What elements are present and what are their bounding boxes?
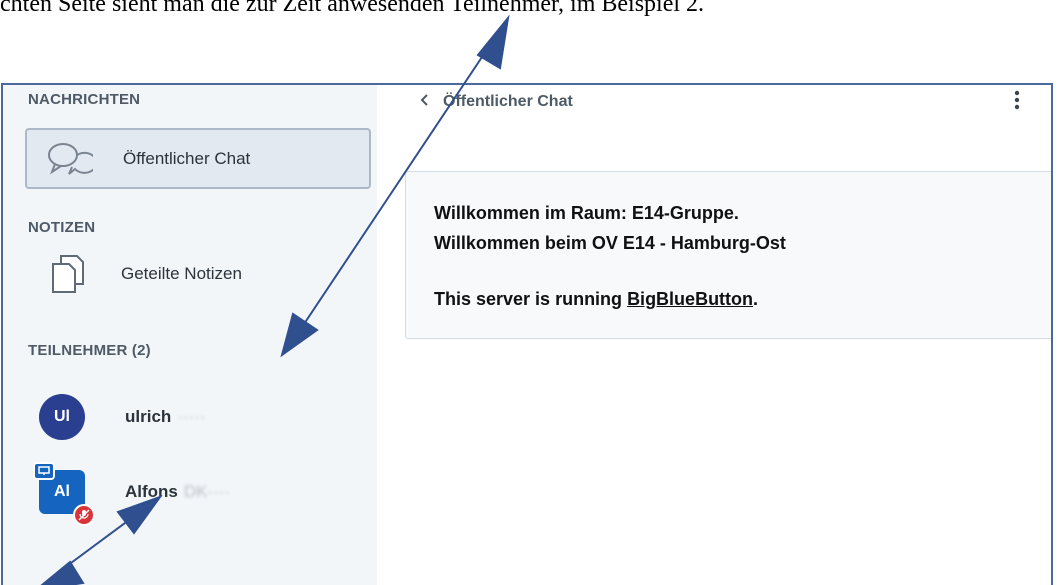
sidebar: NACHRICHTEN Öffentlicher Chat NOTIZEN Ge…: [3, 85, 378, 585]
chat-header[interactable]: Öffentlicher Chat: [419, 89, 573, 115]
document-icon: [39, 252, 97, 296]
participants-section-title: TEILNEHMER (2): [28, 342, 151, 359]
server-info: This server is running BigBlueButton.: [434, 284, 1036, 314]
public-chat-label: Öffentlicher Chat: [123, 148, 251, 168]
more-options-icon[interactable]: [1011, 89, 1023, 113]
chevron-left-icon[interactable]: [419, 93, 429, 112]
participant-name: ulrich ·····: [125, 407, 206, 426]
participant-ulrich[interactable]: Ul ulrich ·····: [39, 394, 206, 440]
messages-section-title: NACHRICHTEN: [28, 91, 141, 108]
microphone-muted-icon: [73, 504, 95, 526]
avatar-initials: Al: [54, 483, 70, 500]
document-caption: chten Seite sieht man die zur Zeit anwes…: [0, 0, 705, 17]
bigbluebutton-window: NACHRICHTEN Öffentlicher Chat NOTIZEN Ge…: [1, 83, 1053, 585]
server-text: This server is running: [434, 289, 628, 309]
shared-notes-label: Geteilte Notizen: [121, 263, 242, 283]
avatar: Ul: [39, 394, 85, 440]
avatar: Al: [33, 462, 95, 526]
welcome-line-2: Willkommen beim OV E14 - Hamburg-Ost: [434, 233, 786, 253]
server-text-end: .: [753, 289, 759, 309]
welcome-line-1: Willkommen im Raum: E14-Gruppe.: [434, 203, 739, 223]
presenter-icon: [33, 462, 55, 480]
bigbluebutton-link[interactable]: BigBlueButton: [627, 289, 753, 309]
notes-section-title: NOTIZEN: [28, 219, 96, 236]
shared-notes-item[interactable]: Geteilte Notizen: [25, 243, 371, 304]
participant-name: Alfons DK····: [125, 482, 231, 501]
chat-bubbles-icon: [41, 137, 99, 181]
arrow-head-top: [476, 14, 510, 70]
chat-panel: Öffentlicher Chat Willkommen im Raum: E1…: [377, 85, 1051, 585]
chat-title: Öffentlicher Chat: [443, 93, 573, 110]
public-chat-item[interactable]: Öffentlicher Chat: [25, 128, 371, 189]
participant-alfons[interactable]: Al Alfons DK····: [33, 462, 231, 526]
welcome-message: Willkommen im Raum: E14-Gruppe. Willkomm…: [405, 171, 1051, 339]
